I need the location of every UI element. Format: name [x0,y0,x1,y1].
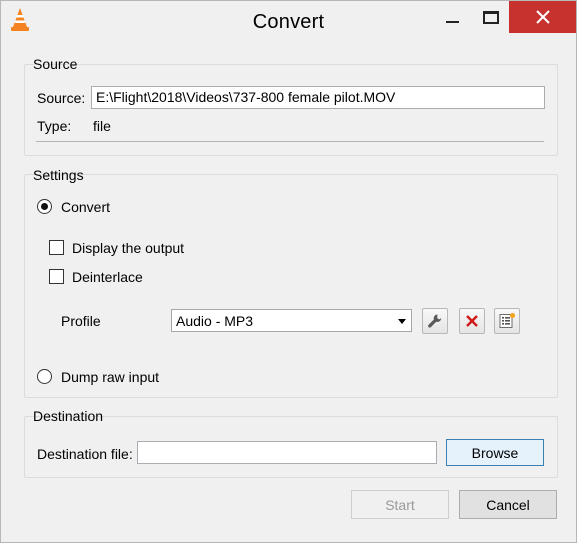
delete-icon [466,315,478,327]
convert-radio-label[interactable]: Convert [61,199,110,215]
new-profile-icon [499,312,516,328]
settings-group-title: Settings [33,167,84,183]
minimize-icon [445,21,459,23]
source-field[interactable]: E:\Flight\2018\Videos\737-800 female pil… [91,86,545,109]
dump-raw-label[interactable]: Dump raw input [61,369,159,385]
profile-select-value: Audio - MP3 [176,313,254,329]
profile-select[interactable]: Audio - MP3 [171,309,412,332]
profile-label: Profile [61,313,101,329]
convert-dialog: Convert Source Source: E:\Flight\2018\Vi… [0,0,577,543]
source-group-title: Source [33,56,78,72]
destination-file-input[interactable] [137,441,437,464]
maximize-icon [483,10,499,24]
convert-radio[interactable] [37,199,52,214]
wrench-icon [428,314,442,328]
chevron-down-icon [398,319,406,324]
minimize-button[interactable] [431,1,473,33]
cancel-button[interactable]: Cancel [459,490,557,519]
maximize-button[interactable] [473,1,509,33]
destination-group-title: Destination [33,408,104,424]
display-output-label[interactable]: Display the output [72,240,184,256]
close-button[interactable] [509,1,576,33]
display-output-checkbox[interactable] [49,240,64,255]
start-button[interactable]: Start [351,490,449,519]
close-icon [535,10,550,24]
destination-file-label: Destination file: [37,446,133,462]
title-bar[interactable]: Convert [1,1,576,43]
type-value: file [93,118,111,134]
type-label: Type: [37,118,72,134]
edit-profile-button[interactable] [422,308,448,334]
deinterlace-checkbox[interactable] [49,269,64,284]
new-profile-button[interactable] [494,308,520,334]
source-group [24,64,558,156]
delete-profile-button[interactable] [459,308,485,334]
browse-button[interactable]: Browse [446,439,544,466]
deinterlace-label[interactable]: Deinterlace [72,269,143,285]
source-divider [36,141,544,142]
dump-raw-radio[interactable] [37,369,52,384]
source-label: Source: [37,90,86,106]
